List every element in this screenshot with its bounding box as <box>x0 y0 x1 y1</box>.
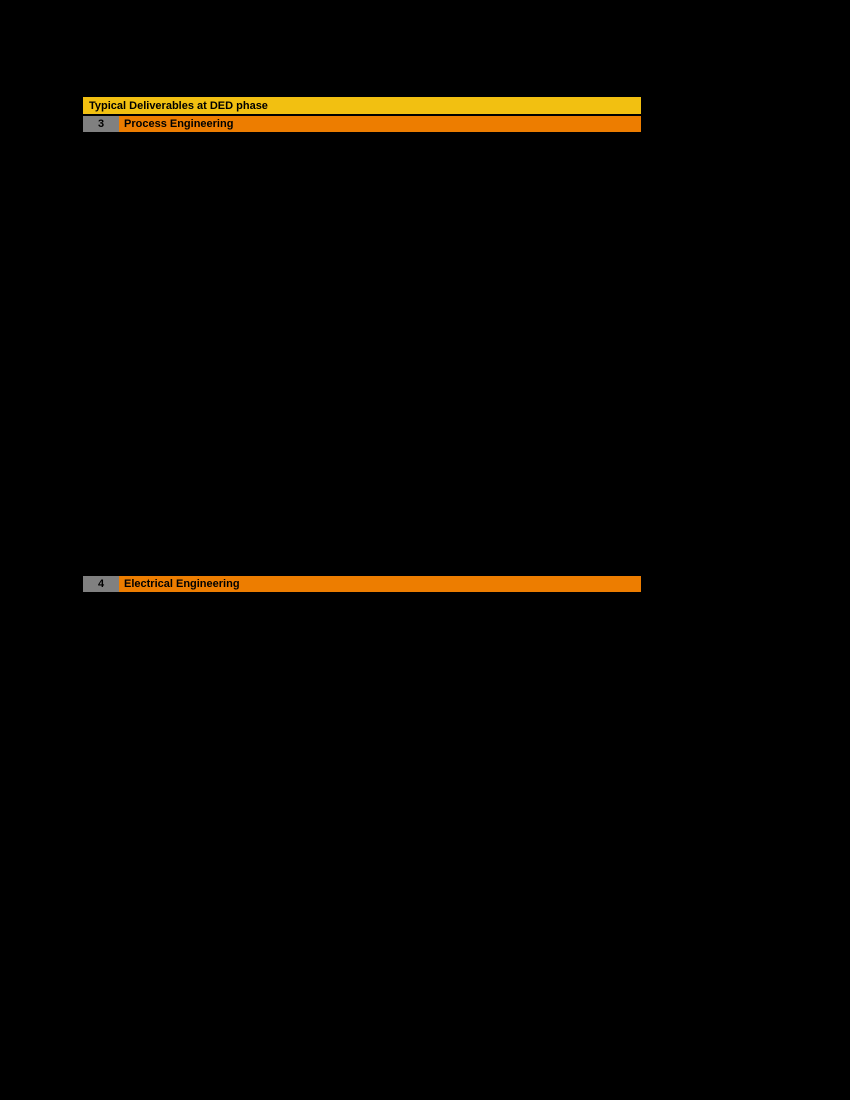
section-gap <box>83 132 641 576</box>
document-title-bar: Typical Deliverables at DED phase <box>83 97 641 114</box>
document-content: Typical Deliverables at DED phase 3 Proc… <box>83 97 641 592</box>
section-title: Electrical Engineering <box>119 576 641 592</box>
document-title: Typical Deliverables at DED phase <box>89 100 268 112</box>
section-title: Process Engineering <box>119 116 641 132</box>
section-row-electrical: 4 Electrical Engineering <box>83 576 641 592</box>
section-row-process: 3 Process Engineering <box>83 116 641 132</box>
section-number: 4 <box>83 576 119 592</box>
section-number: 3 <box>83 116 119 132</box>
